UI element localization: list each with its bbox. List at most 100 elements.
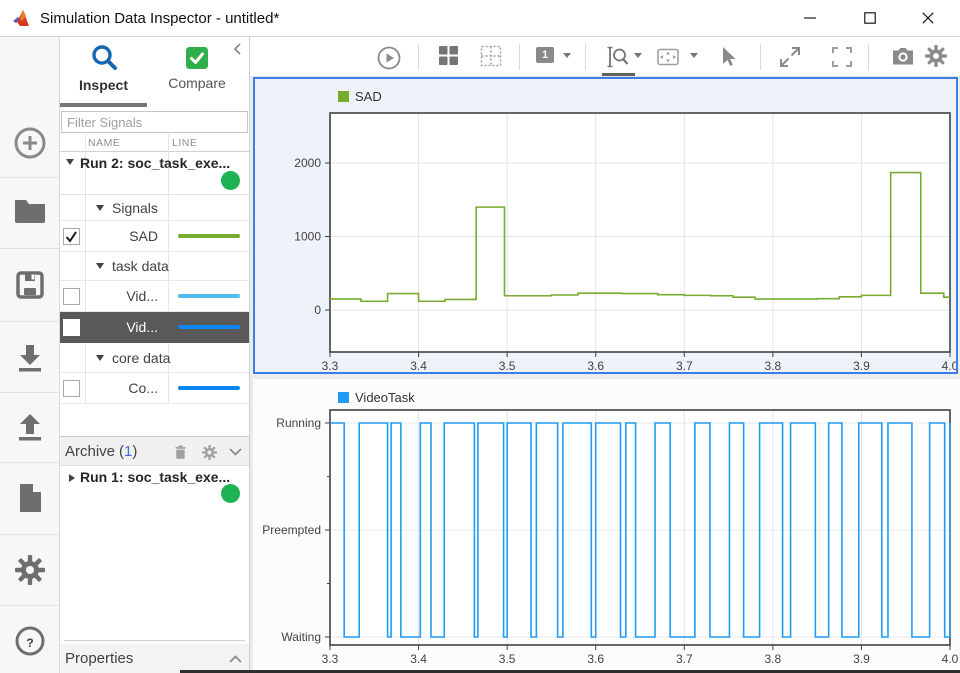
svg-text:Waiting: Waiting [281, 630, 321, 644]
signal-checkbox[interactable] [63, 380, 80, 397]
play-circle-icon [377, 46, 401, 70]
svg-text:3.9: 3.9 [853, 359, 870, 372]
open-button[interactable] [0, 180, 59, 240]
archive-header[interactable]: Archive (1) [60, 436, 249, 466]
active-tool-underline [602, 73, 635, 76]
signal-checkbox-checked[interactable] [63, 228, 80, 245]
replay-button[interactable] [376, 45, 402, 71]
layout-dropdown[interactable] [563, 53, 571, 58]
import-button[interactable] [0, 328, 59, 388]
svg-text:Preempted: Preempted [262, 523, 321, 537]
caret-down-icon [690, 53, 698, 58]
chevron-down-icon[interactable] [228, 446, 243, 458]
zoom-dropdown[interactable] [634, 53, 642, 58]
line-swatch [178, 294, 240, 298]
expander-icon[interactable] [96, 204, 104, 211]
grid-squares-icon [439, 46, 458, 65]
run1-row[interactable]: Run 1: soc_task_exe... [60, 466, 249, 508]
run2-status-dot [221, 171, 240, 190]
fit-dropdown[interactable] [690, 53, 698, 58]
camera-icon [893, 48, 913, 65]
fullscreen-button[interactable] [830, 45, 854, 69]
signal-sidebar: Inspect Compare NAME LINE Run 2: soc_tas… [60, 37, 250, 673]
close-button[interactable] [905, 0, 951, 36]
maximize-button[interactable] [847, 0, 893, 36]
plot-settings-button[interactable] [925, 45, 947, 67]
trash-icon[interactable] [173, 444, 188, 461]
layout-grid-button[interactable] [438, 45, 459, 66]
fit-to-view-button[interactable] [656, 45, 680, 69]
snapshot-button[interactable] [891, 45, 915, 66]
run2-row[interactable]: Run 2: soc_task_exe... [60, 153, 249, 195]
svg-text:4.0: 4.0 [942, 359, 956, 372]
subplot-layout-icon [480, 45, 502, 67]
chevron-left-icon [233, 43, 241, 55]
signal-row-vid2-selected[interactable]: Vid... [60, 312, 249, 343]
signal-checkbox[interactable] [63, 319, 80, 336]
toolbar-separator [760, 44, 761, 70]
signal-row-vid1[interactable]: Vid... [60, 281, 249, 312]
window-title: Simulation Data Inspector - untitled* [40, 10, 280, 27]
run2-label: Run 2: soc_task_exe... [80, 155, 231, 171]
subplot-videotask[interactable]: VideoTask Running Preempted Waiting 3.3 3.4 3… [253, 379, 960, 673]
svg-text:3.7: 3.7 [676, 359, 693, 372]
help-button[interactable]: ? [0, 611, 59, 671]
svg-text:3.4: 3.4 [410, 359, 427, 372]
pointer-tool-button[interactable] [716, 45, 740, 69]
signal-row-co[interactable]: Co... [60, 373, 249, 404]
line-swatch [178, 386, 240, 390]
group-row-core-data[interactable]: core data [60, 343, 249, 373]
sad-chart: 0 1000 2000 3.3 3.4 3.5 3.6 3.7 3.8 3.9 4.0 [294, 112, 956, 372]
signal-checkbox[interactable] [63, 288, 80, 305]
subplot-sad[interactable]: SAD 0 1000 2000 3.3 3.4 3.5 3.6 3.7 3.8 3.9 4.0 [253, 77, 958, 374]
export-button[interactable] [0, 397, 59, 457]
divider [0, 392, 59, 393]
signal-row-sad[interactable]: SAD [60, 221, 249, 252]
expander-icon[interactable] [96, 262, 104, 269]
tab-inspect[interactable]: Inspect [60, 37, 147, 107]
properties-label: Properties [65, 650, 134, 667]
folder-icon [14, 200, 45, 223]
divider [64, 640, 245, 641]
properties-bar[interactable]: Properties [60, 644, 249, 673]
archive-gear-icon[interactable] [202, 445, 217, 460]
expander-icon[interactable] [96, 354, 104, 361]
expander-icon[interactable] [66, 159, 74, 165]
group-row-signals[interactable]: Signals [60, 195, 249, 221]
svg-text:3.6: 3.6 [587, 359, 604, 372]
svg-text:3.9: 3.9 [853, 652, 870, 666]
cursor-arrow-icon [723, 47, 736, 66]
span-x-button[interactable] [778, 45, 802, 69]
divider [0, 462, 59, 463]
expand-diagonal-icon [780, 47, 800, 67]
minimize-button[interactable] [787, 0, 833, 36]
add-run-button[interactable] [0, 113, 59, 173]
line-swatch [178, 325, 240, 329]
collapse-sidebar-button[interactable] [230, 41, 246, 57]
title-bar: Simulation Data Inspector - untitled* [0, 0, 960, 37]
divider [0, 177, 59, 178]
report-button[interactable] [0, 468, 59, 528]
expander-icon[interactable] [69, 474, 75, 482]
magnifier-icon [91, 45, 117, 70]
zoom-in-time-button[interactable] [606, 45, 630, 69]
group-row-task-data[interactable]: task data [60, 251, 249, 281]
preferences-button[interactable] [0, 540, 59, 600]
divider [0, 605, 59, 606]
filter-signals-input[interactable] [61, 111, 248, 133]
save-button[interactable] [0, 255, 59, 315]
close-icon [922, 12, 934, 24]
caret-down-icon [563, 53, 571, 58]
fullscreen-brackets-icon [832, 47, 852, 67]
left-icon-strip: ? [0, 37, 60, 673]
svg-text:0: 0 [314, 303, 321, 317]
chevron-up-icon[interactable] [228, 653, 243, 665]
toolbar-separator [868, 44, 869, 70]
divider [0, 321, 59, 322]
group-label: task data [112, 257, 169, 274]
videotask-chart: Running Preempted Waiting3.3 3.4 3.5 3.6 3.7 3.… [262, 409, 959, 666]
edit-subplots-button[interactable] [480, 45, 502, 67]
layout-one-button[interactable]: 1 [536, 47, 554, 63]
svg-text:2000: 2000 [294, 156, 321, 170]
run1-status-dot [221, 484, 240, 503]
